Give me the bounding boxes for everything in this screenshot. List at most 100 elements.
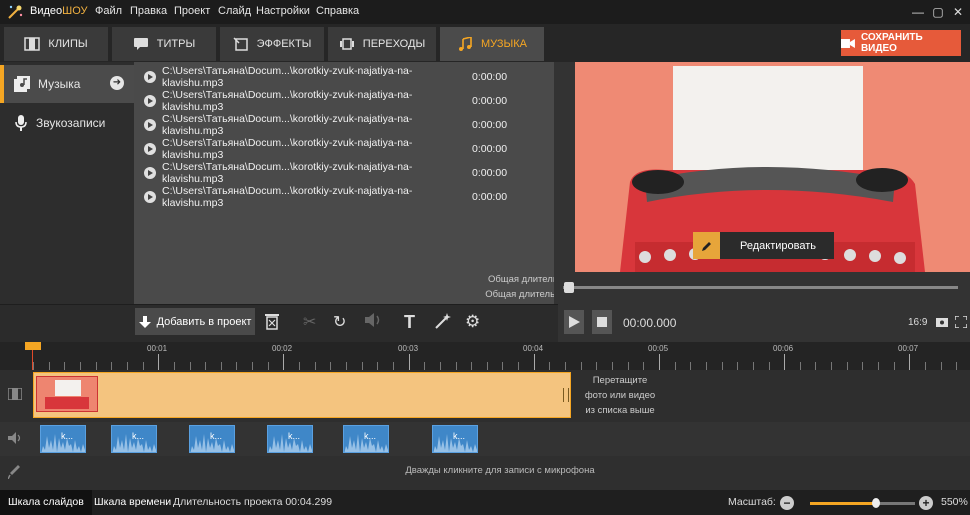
play-icon[interactable]	[144, 143, 156, 155]
play-icon[interactable]	[144, 119, 156, 131]
list-item[interactable]: C:\Users\Татьяна\Docum...\korotkiy-zvuk-…	[144, 113, 544, 137]
add-to-project-button[interactable]: Добавить в проект	[135, 308, 255, 335]
timeline-ruler[interactable]: 00:01 00:02 00:03 00:04 00:05 00:06 00:07	[0, 342, 970, 370]
arrow-right-icon[interactable]: ➜	[110, 76, 124, 90]
ruler-tick	[299, 362, 300, 370]
ruler-major-tick	[409, 354, 410, 370]
play-icon[interactable]	[144, 167, 156, 179]
menu-file[interactable]: Файл	[95, 5, 122, 17]
ruler-tick	[690, 362, 691, 370]
save-video-button[interactable]: СОХРАНИТЬ ВИДЕО	[841, 30, 961, 56]
audio-clip[interactable]: k...	[343, 425, 389, 453]
track-path: C:\Users\Татьяна\Docum...\korotkiy-zvuk-…	[162, 137, 413, 161]
list-item[interactable]: C:\Users\Татьяна\Docum...\korotkiy-zvuk-…	[144, 185, 544, 209]
audio-clip[interactable]: k...	[267, 425, 313, 453]
text-icon[interactable]: T	[404, 312, 424, 332]
volume-icon[interactable]	[364, 312, 384, 332]
app-logo-icon	[6, 3, 24, 21]
tab-effects[interactable]: ЭФФЕКТЫ	[220, 27, 324, 61]
ruler-tick	[80, 362, 81, 370]
playhead-handle[interactable]	[25, 342, 41, 350]
tab-time-scale[interactable]: Шкала времени	[86, 490, 179, 515]
close-icon[interactable]: ✕	[948, 2, 968, 22]
sidebar-item-recordings-label: Звукозаписи	[36, 116, 106, 130]
ruler-tick	[49, 362, 50, 370]
list-item[interactable]: C:\Users\Татьяна\Docum...\korotkiy-zvuk-…	[144, 161, 544, 185]
ruler-major-tick	[659, 354, 660, 370]
track-time: 0:00:00	[472, 95, 508, 107]
ruler-tick	[330, 362, 331, 370]
timecode: 00:00.000	[623, 316, 677, 330]
audio-clip[interactable]: k...	[111, 425, 157, 453]
menu-slide[interactable]: Слайд	[218, 5, 251, 17]
menu-settings[interactable]: Настройки	[256, 5, 310, 17]
tab-music-label: МУЗЫКА	[480, 38, 528, 50]
clip-resize-handle[interactable]	[563, 388, 569, 402]
ruler-tick	[675, 362, 676, 370]
ruler-tick	[456, 362, 457, 370]
tab-clips-label: КЛИПЫ	[48, 38, 88, 50]
track-path: C:\Users\Татьяна\Docum...\korotkiy-zvuk-…	[162, 113, 413, 137]
stop-button[interactable]	[592, 310, 612, 334]
audio-clip[interactable]: k...	[40, 425, 86, 453]
tab-transitions[interactable]: ПЕРЕХОДЫ	[328, 27, 436, 61]
music-library-icon	[14, 76, 30, 92]
snapshot-icon[interactable]	[936, 317, 948, 327]
audio-clip[interactable]: k...	[432, 425, 478, 453]
fullscreen-icon[interactable]	[955, 316, 967, 328]
edit-button[interactable]: Редактировать	[693, 232, 834, 259]
ruler-tick	[737, 362, 738, 370]
settings-gear-icon[interactable]: ⚙	[465, 312, 485, 332]
ruler-tick	[643, 362, 644, 370]
clip-thumbnail[interactable]	[36, 376, 98, 412]
ruler-tick	[722, 362, 723, 370]
tab-slide-scale[interactable]: Шкала слайдов	[0, 490, 92, 515]
microphone-icon	[15, 115, 27, 131]
delete-clip-icon[interactable]	[264, 312, 284, 332]
rotate-icon[interactable]: ↻	[333, 312, 353, 332]
drop-hint-line: фото или видео	[584, 390, 656, 401]
scrub-handle[interactable]	[564, 282, 574, 293]
play-icon[interactable]	[144, 71, 156, 83]
sidebar-item-recordings[interactable]: Звукозаписи	[0, 104, 134, 142]
maximize-icon[interactable]: ▢	[928, 2, 948, 22]
list-item[interactable]: C:\Users\Татьяна\Docum...\korotkiy-zvuk-…	[144, 89, 544, 113]
ruler-tick	[424, 362, 425, 370]
audio-clip[interactable]: k...	[189, 425, 235, 453]
aspect-ratio[interactable]: 16:9	[908, 317, 927, 328]
ruler-tick	[315, 362, 316, 370]
menu-project[interactable]: Проект	[174, 5, 210, 17]
scissors-icon[interactable]: ✂	[303, 312, 323, 332]
track-path: C:\Users\Татьяна\Docum...\korotkiy-zvuk-…	[162, 161, 413, 185]
minimize-icon[interactable]: —	[908, 2, 928, 22]
film-strip-icon	[8, 388, 24, 402]
tab-titles-label: ТИТРЫ	[156, 38, 196, 50]
menu-help[interactable]: Справка	[316, 5, 359, 17]
play-button[interactable]	[564, 310, 584, 334]
ruler-label: 00:02	[272, 344, 293, 353]
pencil-icon	[693, 232, 720, 259]
menu-edit[interactable]: Правка	[130, 5, 167, 17]
magic-wand-icon[interactable]	[434, 312, 454, 332]
ruler-tick	[815, 362, 816, 370]
zoom-out-button[interactable]: −	[780, 496, 794, 510]
track-time: 0:00:00	[472, 143, 508, 155]
ruler-label: 00:01	[147, 344, 168, 353]
tab-titles[interactable]: ТИТРЫ	[112, 27, 216, 61]
preview-scrub-bar[interactable]	[563, 286, 958, 289]
ruler-tick	[174, 362, 175, 370]
list-item[interactable]: C:\Users\Татьяна\Docum...\korotkiy-zvuk-…	[144, 65, 544, 89]
zoom-value: 550%	[941, 496, 968, 508]
tab-clips[interactable]: КЛИПЫ	[4, 27, 108, 61]
ruler-tick	[502, 362, 503, 370]
play-icon[interactable]	[144, 95, 156, 107]
zoom-slider-handle[interactable]	[872, 498, 880, 508]
list-item[interactable]: C:\Users\Татьяна\Docum...\korotkiy-zvuk-…	[144, 137, 544, 161]
ruler-tick	[956, 362, 957, 370]
tab-music[interactable]: МУЗЫКА	[440, 27, 544, 61]
ruler-tick	[941, 362, 942, 370]
play-icon[interactable]	[144, 191, 156, 203]
slide-clip[interactable]	[33, 372, 571, 418]
zoom-in-button[interactable]: +	[919, 496, 933, 510]
ruler-tick	[487, 362, 488, 370]
